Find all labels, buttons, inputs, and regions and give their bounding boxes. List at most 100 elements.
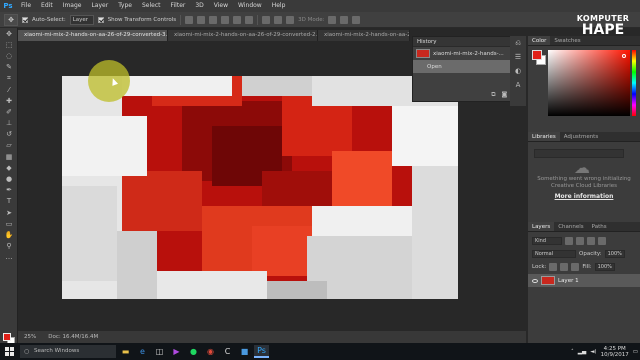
- 3d-orbit-icon[interactable]: [328, 15, 337, 24]
- align-bottom-icon[interactable]: [209, 15, 218, 24]
- filter-adjustment-icon[interactable]: [576, 236, 584, 245]
- tab-document-3[interactable]: xiaomi-mi-mix-2-hands-on-aa-26-of-29-con…: [18, 30, 168, 41]
- network-icon[interactable]: ▂▄: [578, 349, 586, 355]
- layer-row[interactable]: Layer 1: [528, 274, 640, 287]
- file-explorer-icon[interactable]: ▬: [118, 345, 133, 358]
- menu-3d[interactable]: 3D: [190, 0, 208, 12]
- menu-edit[interactable]: Edit: [36, 0, 58, 12]
- tab-document-1[interactable]: xiaomi-mi-mix-2-hands-on-aa-26-of-29-con…: [318, 30, 410, 41]
- clock[interactable]: 4:25 PM 10/9/2017: [601, 346, 629, 358]
- menu-select[interactable]: Select: [137, 0, 166, 12]
- menu-image[interactable]: Image: [58, 0, 87, 12]
- healing-brush-tool-icon[interactable]: ✚: [0, 95, 18, 106]
- blend-mode-dropdown[interactable]: Normal: [532, 249, 576, 258]
- character-panel-icon[interactable]: A: [510, 78, 526, 92]
- tab-layers[interactable]: Layers: [528, 222, 555, 231]
- distribute-icon[interactable]: [286, 15, 295, 24]
- filter-pixel-icon[interactable]: [565, 236, 573, 245]
- chevron-up-icon[interactable]: ˄: [571, 349, 574, 355]
- align-right-icon[interactable]: [245, 15, 254, 24]
- quick-select-tool-icon[interactable]: ✎: [0, 62, 18, 73]
- chrome-icon[interactable]: ◉: [203, 345, 218, 358]
- color-foreground-swatch[interactable]: [532, 50, 542, 60]
- distribute-icon[interactable]: [262, 15, 271, 24]
- color-picker-marker[interactable]: [622, 54, 626, 58]
- tab-libraries[interactable]: Libraries: [528, 132, 560, 141]
- path-selection-tool-icon[interactable]: ➤: [0, 207, 18, 218]
- dodge-tool-icon[interactable]: ●: [0, 173, 18, 184]
- new-document-from-state-icon[interactable]: ⧉: [491, 91, 495, 99]
- move-tool-preset-icon[interactable]: ✥: [4, 13, 18, 26]
- menu-help[interactable]: Help: [267, 0, 291, 12]
- more-information-link[interactable]: More information: [534, 193, 634, 200]
- more-tools-icon[interactable]: …: [0, 252, 18, 263]
- tab-document-2[interactable]: xiaomi-mi-mix-2-hands-on-aa-26-of-29-con…: [168, 30, 318, 41]
- align-left-icon[interactable]: [221, 15, 230, 24]
- properties-panel-icon[interactable]: ☰: [510, 50, 526, 64]
- camera-snapshot-icon[interactable]: ◙: [502, 91, 508, 99]
- taskbar-search[interactable]: Search Windows: [20, 345, 116, 358]
- ccleaner-icon[interactable]: C: [220, 345, 235, 358]
- menu-file[interactable]: File: [16, 0, 36, 12]
- tab-channels[interactable]: Channels: [554, 222, 587, 231]
- menu-window[interactable]: Window: [233, 0, 267, 12]
- layer-name[interactable]: Layer 1: [558, 278, 579, 284]
- filter-type-icon[interactable]: [587, 236, 595, 245]
- history-panel-icon[interactable]: ⎌: [510, 36, 526, 50]
- start-button[interactable]: [0, 343, 18, 360]
- history-state-open[interactable]: Open: [413, 60, 525, 73]
- distribute-icon[interactable]: [274, 15, 283, 24]
- crop-tool-icon[interactable]: ⌗: [0, 73, 18, 84]
- zoom-level[interactable]: 25%: [24, 334, 36, 340]
- adjustments-panel-icon[interactable]: ◐: [510, 64, 526, 78]
- marquee-tool-icon[interactable]: ⬚: [0, 39, 18, 50]
- video-app-icon[interactable]: ■: [237, 345, 252, 358]
- filter-shape-icon[interactable]: [598, 236, 606, 245]
- document-artwork[interactable]: [62, 76, 458, 299]
- edge-icon[interactable]: e: [135, 345, 150, 358]
- document-size[interactable]: Doc: 16.4M/16.4M: [48, 334, 98, 340]
- layer-kind-filter[interactable]: Kind: [532, 236, 562, 245]
- type-tool-icon[interactable]: T: [0, 196, 18, 207]
- tab-color[interactable]: Color: [528, 36, 551, 45]
- eyedropper-tool-icon[interactable]: ⁄: [0, 84, 18, 95]
- foreground-color-swatch[interactable]: [3, 333, 11, 341]
- history-snapshot[interactable]: xiaomi-mi-mix-2-hands-...: [413, 47, 525, 60]
- photoshop-taskbar-icon[interactable]: Ps: [254, 345, 269, 358]
- fill-field[interactable]: 100%: [594, 262, 615, 271]
- store-icon[interactable]: ◫: [152, 345, 167, 358]
- color-picker-field[interactable]: [548, 50, 630, 116]
- notifications-icon[interactable]: ▭: [633, 349, 638, 355]
- menu-view[interactable]: View: [209, 0, 233, 12]
- brush-tool-icon[interactable]: ✐: [0, 106, 18, 117]
- photoshop-logo[interactable]: Ps: [0, 0, 16, 12]
- spotify-icon[interactable]: ●: [186, 345, 201, 358]
- align-middle-icon[interactable]: [197, 15, 206, 24]
- clone-stamp-tool-icon[interactable]: ⊥: [0, 118, 18, 129]
- eraser-tool-icon[interactable]: ▱: [0, 140, 18, 151]
- auto-select-dropdown[interactable]: Layer: [69, 14, 94, 25]
- eye-icon[interactable]: [532, 278, 538, 283]
- 3d-roll-icon[interactable]: [340, 15, 349, 24]
- align-center-icon[interactable]: [233, 15, 242, 24]
- media-icon[interactable]: ▶: [169, 345, 184, 358]
- hand-tool-icon[interactable]: ✋: [0, 229, 18, 240]
- move-tool-icon[interactable]: ✥: [0, 28, 18, 39]
- lock-position-icon[interactable]: [560, 262, 569, 271]
- lock-pixels-icon[interactable]: [549, 262, 558, 271]
- gradient-tool-icon[interactable]: ▦: [0, 151, 18, 162]
- lasso-tool-icon[interactable]: ◌: [0, 50, 18, 61]
- menu-filter[interactable]: Filter: [166, 0, 191, 12]
- hue-slider[interactable]: [632, 50, 636, 116]
- menu-layer[interactable]: Layer: [86, 0, 113, 12]
- pen-tool-icon[interactable]: ✒: [0, 185, 18, 196]
- shape-tool-icon[interactable]: ▭: [0, 218, 18, 229]
- align-top-icon[interactable]: [185, 15, 194, 24]
- tab-adjustments[interactable]: Adjustments: [560, 132, 602, 141]
- library-dropdown[interactable]: [534, 149, 624, 158]
- auto-select-checkbox[interactable]: [22, 16, 28, 23]
- 3d-pan-icon[interactable]: [352, 15, 361, 24]
- menu-type[interactable]: Type: [113, 0, 137, 12]
- opacity-field[interactable]: 100%: [604, 249, 625, 258]
- zoom-tool-icon[interactable]: ⚲: [0, 241, 18, 252]
